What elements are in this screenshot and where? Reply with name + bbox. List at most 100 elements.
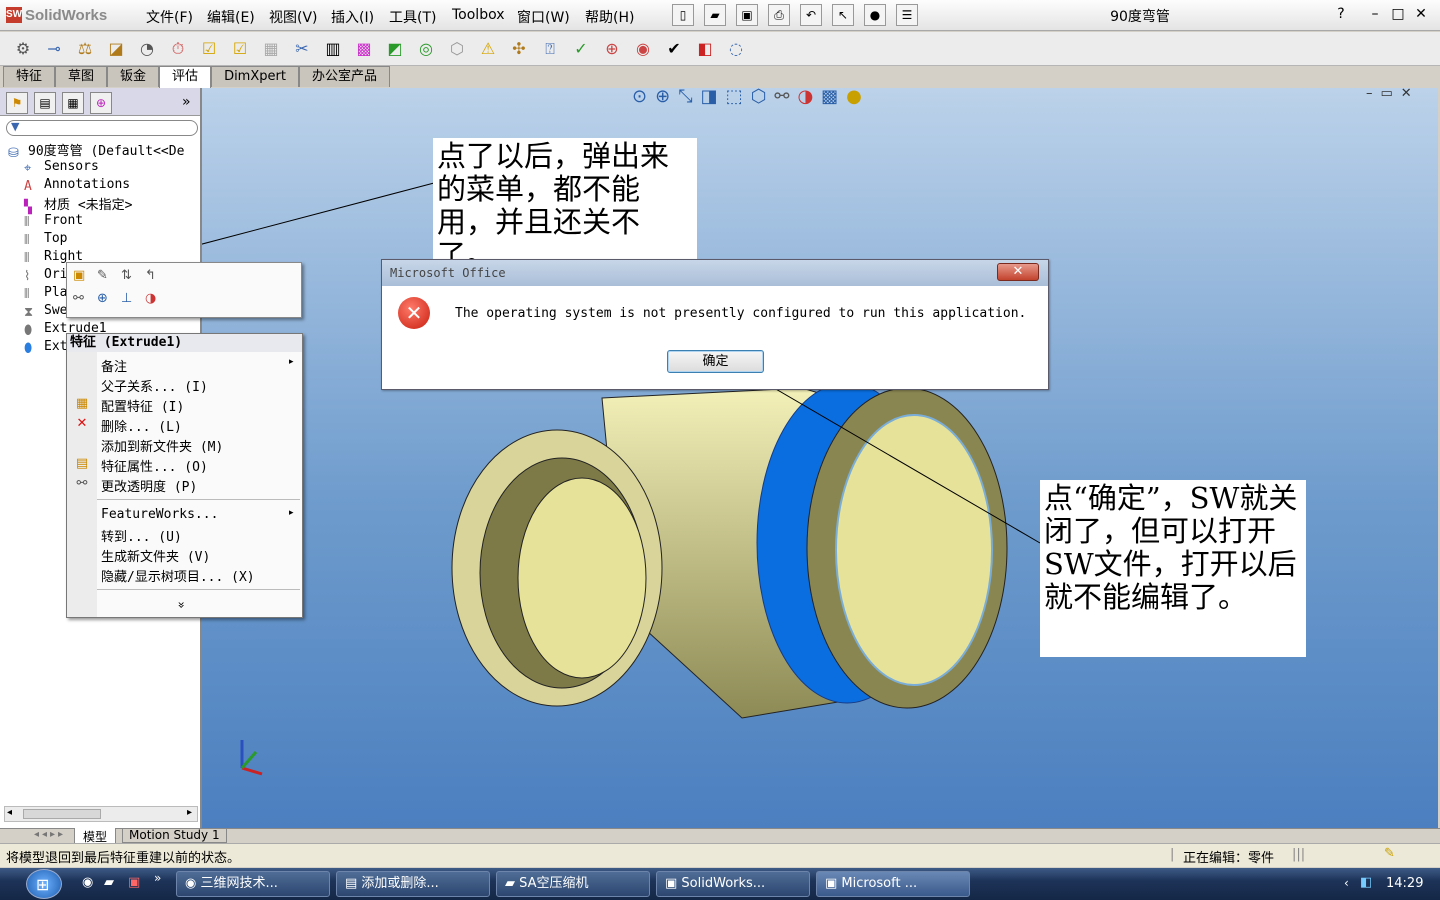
task-control-panel[interactable]: ▤ 添加或删除...	[336, 871, 490, 897]
tree-item-sensors[interactable]: ⌖ Sensors	[24, 159, 99, 176]
open-icon[interactable]: ▰	[704, 4, 726, 26]
options-icon[interactable]: ☰	[896, 4, 918, 26]
clock[interactable]: 14:29	[1386, 876, 1423, 891]
design-checker-icon[interactable]: ⚙	[10, 36, 36, 62]
tree-horizontal-scrollbar[interactable]: ◂ ▸	[4, 806, 198, 822]
undo-icon[interactable]: ↶	[800, 4, 822, 26]
sustainability-icon[interactable]: ✔	[661, 36, 687, 62]
menu-toolbox[interactable]: Toolbox	[452, 7, 505, 23]
compare-icon[interactable]: ⍰	[537, 36, 563, 62]
property-manager-tab-icon[interactable]: ▤	[34, 92, 56, 114]
quicklaunch-folder-icon[interactable]: ▰	[104, 875, 114, 890]
menu-file[interactable]: 文件(F)	[146, 7, 193, 27]
start-button[interactable]: ⊞	[26, 869, 62, 899]
menu-item-feature-properties[interactable]: 特征属性... (O)	[101, 456, 208, 475]
quicklaunch-more-icon[interactable]: »	[154, 871, 161, 885]
zebra-stripes-icon[interactable]: ▥	[320, 36, 346, 62]
minimize-button[interactable]: –	[1364, 6, 1386, 22]
tree-item-top-plane[interactable]: ⫴ Top	[24, 231, 67, 248]
close-window-button[interactable]: ✕	[1410, 6, 1432, 22]
tree-item-origin[interactable]: ⌇ Ori	[24, 267, 67, 284]
tray-expand-icon[interactable]: ‹	[1344, 876, 1349, 890]
tree-item-front-plane[interactable]: ⫴ Front	[24, 213, 83, 230]
dialog-close-button[interactable]: ✕	[997, 263, 1039, 281]
tab-dimxpert[interactable]: DimXpert	[211, 66, 299, 87]
menu-view[interactable]: 视图(V)	[269, 7, 318, 27]
menu-item-new-folder[interactable]: 生成新文件夹 (V)	[101, 546, 210, 565]
draft-analysis-icon[interactable]: ◩	[382, 36, 408, 62]
task-solidworks[interactable]: ▣ SolidWorks...	[656, 871, 810, 897]
edit-feature-icon[interactable]: ▣	[73, 268, 85, 283]
quicklaunch-sw-icon[interactable]: ▣	[128, 875, 140, 890]
geometry-analysis-icon[interactable]: ☑	[227, 36, 253, 62]
tree-item-plane[interactable]: ⫴ Pla	[24, 285, 67, 302]
tab-sheetmetal[interactable]: 钣金	[107, 66, 160, 87]
symmetry-check-icon[interactable]: ✣	[506, 36, 532, 62]
parting-line-icon[interactable]: ⬡	[444, 36, 470, 62]
menu-insert[interactable]: 插入(I)	[331, 7, 374, 27]
tray-network-icon[interactable]: ◧	[1360, 875, 1372, 890]
quicklaunch-ie-icon[interactable]: ◉	[82, 875, 93, 890]
tree-filter-input[interactable]: ▼	[6, 120, 198, 136]
curvature-icon[interactable]: ▩	[351, 36, 377, 62]
dimxpert-tab-icon[interactable]: ⊕	[90, 92, 112, 114]
check-entity-icon[interactable]: ✓	[568, 36, 594, 62]
config-manager-tab-icon[interactable]: ▦	[62, 92, 84, 114]
ok-button[interactable]: 确定	[667, 350, 764, 373]
section-properties-icon[interactable]: ◪	[103, 36, 129, 62]
tree-root[interactable]: ⛁ 90度弯管 (Default<<De	[8, 140, 184, 161]
mass-properties-icon[interactable]: ⚖	[72, 36, 98, 62]
menu-expand-chevron-icon[interactable]: »	[175, 601, 189, 608]
print-icon[interactable]: ⎙	[768, 4, 790, 26]
menu-help[interactable]: 帮助(H)	[585, 7, 634, 27]
rollback-icon[interactable]: ↰	[145, 268, 156, 283]
scroll-thumb[interactable]	[23, 809, 101, 819]
zoom-selection-icon[interactable]: ⊕	[97, 291, 108, 306]
task-browser[interactable]: ◉ 三维网技术...	[176, 871, 330, 897]
menu-item-goto[interactable]: 转到... (U)	[101, 526, 182, 545]
menu-tools[interactable]: 工具(T)	[389, 7, 436, 27]
import-diagnostics-icon[interactable]: ▦	[258, 36, 284, 62]
measure-icon[interactable]: ⊸	[41, 36, 67, 62]
tab-features[interactable]: 特征	[3, 66, 56, 87]
thickness-icon[interactable]: ⚠	[475, 36, 501, 62]
graphics-viewport[interactable]: ⊙ ⊕ ⤡ ◨ ⬚ ⬡ ⚯ ◑ ▩ ● –▭✕	[202, 88, 1438, 828]
help-button[interactable]: ?	[1330, 6, 1352, 22]
appearance-icon[interactable]: ◑	[145, 291, 156, 306]
menu-item-add-folder[interactable]: 添加到新文件夹 (M)	[101, 436, 223, 455]
select-icon[interactable]: ↖	[832, 4, 854, 26]
tree-item-sweep[interactable]: ⧗ Swe	[24, 303, 67, 320]
tab-scroll-arrows-icon[interactable]: ◂◂▸▸	[34, 829, 66, 840]
panel-expand-icon[interactable]: »	[182, 94, 191, 110]
suppress-icon[interactable]: ⇅	[121, 268, 132, 283]
task-folder[interactable]: ▰ SA空压缩机	[496, 871, 650, 897]
performance-icon[interactable]: ⏱	[165, 36, 191, 62]
hide-icon[interactable]: ⚯	[73, 291, 84, 306]
check-icon[interactable]: ☑	[196, 36, 222, 62]
menu-item-featureworks[interactable]: FeatureWorks...	[101, 507, 218, 522]
motion-icon[interactable]: ◌	[723, 36, 749, 62]
menu-item-parent-child[interactable]: 父子关系... (I)	[101, 376, 208, 395]
tag-icon[interactable]: ✎	[1384, 846, 1395, 861]
menu-item-hide-show-tree[interactable]: 隐藏/显示树项目... (X)	[101, 566, 255, 585]
menu-window[interactable]: 窗口(W)	[517, 7, 570, 27]
tab-motion-study[interactable]: Motion Study 1	[122, 828, 227, 843]
task-microsoft-office[interactable]: ▣ Microsoft ...	[816, 871, 970, 897]
menu-item-delete[interactable]: 删除... (L)	[101, 416, 182, 435]
tree-item-material[interactable]: ▚ 材质 <未指定>	[24, 194, 132, 215]
menu-edit[interactable]: 编辑(E)	[207, 7, 255, 27]
menu-item-comment[interactable]: 备注	[101, 356, 127, 375]
edit-sketch-icon[interactable]: ✎	[97, 268, 108, 283]
feature-tree-tab-icon[interactable]: ⚑	[6, 92, 28, 114]
tab-sketch[interactable]: 草图	[55, 66, 108, 87]
new-doc-icon[interactable]: ▯	[672, 4, 694, 26]
normal-to-icon[interactable]: ⊥	[121, 291, 132, 306]
tree-item-extrude2[interactable]: ⬮ Ext	[24, 339, 67, 356]
scroll-right-icon[interactable]: ▸	[187, 807, 192, 818]
sensor-icon[interactable]: ◔	[134, 36, 160, 62]
scroll-left-icon[interactable]: ◂	[7, 807, 12, 818]
tree-item-annotations[interactable]: A Annotations	[24, 177, 130, 194]
rebuild-icon[interactable]: ●	[864, 4, 886, 26]
deviation-analysis-icon[interactable]: ✂	[289, 36, 315, 62]
undercut-icon[interactable]: ◎	[413, 36, 439, 62]
